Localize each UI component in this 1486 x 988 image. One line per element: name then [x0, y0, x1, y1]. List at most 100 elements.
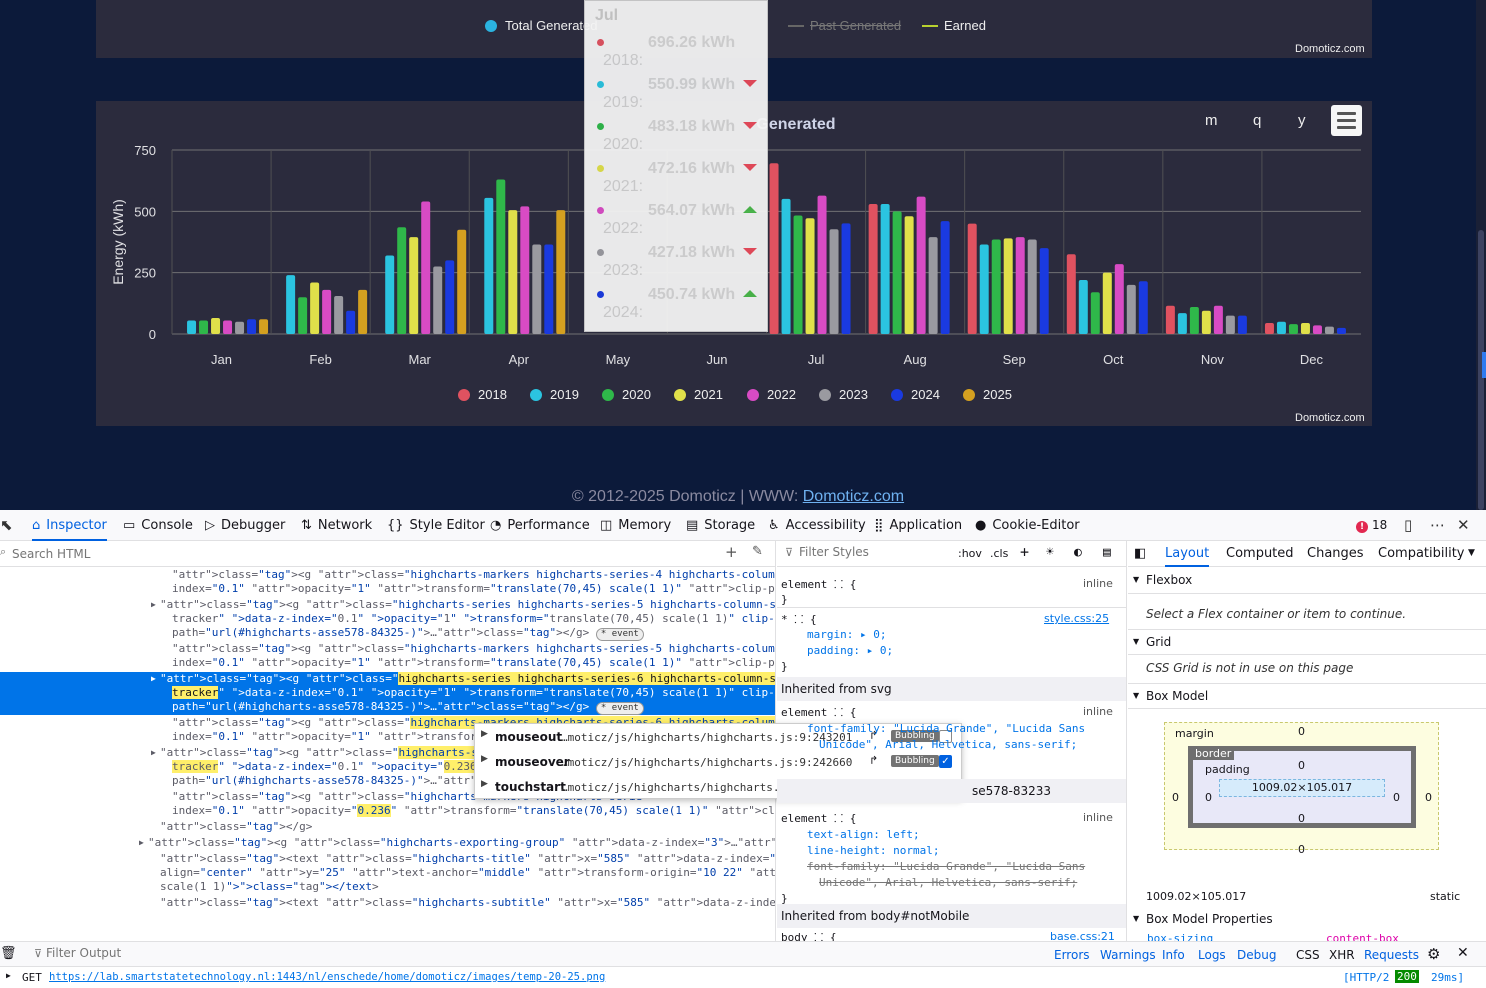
tab-application[interactable]: ⣿ Application: [874, 510, 962, 541]
event-badge[interactable]: * event: [595, 628, 644, 641]
bar-2024-Sep[interactable]: [1039, 248, 1049, 334]
filter-info-button[interactable]: Info: [1162, 948, 1185, 962]
legend-item-2020[interactable]: 2020: [602, 387, 651, 402]
expand-arrow-icon[interactable]: ▶: [151, 746, 156, 760]
box-sizing-value[interactable]: content-box: [1326, 932, 1399, 941]
bar-2020-Mar[interactable]: [397, 227, 407, 334]
bar-2024-Feb[interactable]: [346, 310, 356, 334]
bar-2018-Dec[interactable]: [1264, 322, 1274, 334]
tab-compatibility[interactable]: Compatibility: [1378, 546, 1465, 561]
style-source-link[interactable]: style.css:25: [1044, 612, 1109, 625]
markup-line[interactable]: index="0.1" "attr">opacity="1" "attr">tr…: [0, 582, 775, 596]
dark-mode-icon[interactable]: ◐: [1074, 545, 1082, 560]
bar-2021-Sep[interactable]: [1003, 238, 1013, 334]
filter-logs-button[interactable]: Logs: [1198, 948, 1226, 962]
credits-link[interactable]: Domoticz.com: [1295, 412, 1365, 424]
element-picker-icon[interactable]: ⬉: [0, 516, 13, 534]
bar-2022-Oct[interactable]: [1114, 264, 1124, 334]
bar-2021-Mar[interactable]: [409, 237, 419, 334]
margin-declaration[interactable]: margin: ▸ 0;: [807, 628, 886, 641]
bar-2021-Nov[interactable]: [1201, 310, 1211, 334]
filter-output-input[interactable]: [46, 946, 346, 960]
markup-line[interactable]: index="0.1" "attr">opacity="1" "attr">tr…: [0, 656, 775, 670]
margin-top-value[interactable]: 0: [1298, 725, 1305, 738]
tab-cookie-editor[interactable]: ● Cookie-Editor: [975, 510, 1080, 541]
bar-2022-Nov[interactable]: [1213, 305, 1223, 334]
add-node-icon[interactable]: +: [725, 543, 738, 561]
bar-2022-Feb[interactable]: [322, 289, 332, 334]
overridden-declaration[interactable]: font-family: "Lucida Grande", "Lucida Sa…: [807, 860, 1085, 873]
bar-2023-Dec[interactable]: [1324, 326, 1334, 334]
tab-changes[interactable]: Changes: [1307, 546, 1364, 561]
filter-warnings-button[interactable]: Warnings: [1100, 948, 1156, 962]
hamburger-icon[interactable]: [1331, 105, 1362, 136]
bar-2024-Apr[interactable]: [544, 244, 554, 334]
bar-2021-Apr[interactable]: [508, 210, 518, 334]
bar-2025-Jan[interactable]: [259, 319, 269, 334]
bar-2022-Dec[interactable]: [1312, 325, 1322, 334]
legend-item-2018[interactable]: 2018: [458, 387, 507, 402]
padding-right-value[interactable]: 0: [1393, 791, 1400, 804]
close-icon[interactable]: ✕: [1457, 945, 1469, 961]
tab-storage[interactable]: ▤ Storage: [686, 510, 755, 541]
bar-2020-Jan[interactable]: [199, 320, 209, 334]
responsive-mode-icon[interactable]: ▯: [1404, 516, 1412, 534]
bar-2024-Mar[interactable]: [445, 260, 455, 334]
bar-2024-Oct[interactable]: [1138, 281, 1148, 334]
bar-2020-Sep[interactable]: [991, 239, 1001, 334]
gear-icon[interactable]: ⚙: [1427, 945, 1440, 963]
filter-css-button[interactable]: CSS: [1296, 948, 1320, 962]
legend-item-2019[interactable]: 2019: [530, 387, 579, 402]
tab-console[interactable]: ▭ Console: [123, 510, 193, 541]
filter-errors-button[interactable]: Errors: [1054, 948, 1090, 962]
page-scrollbar[interactable]: [1476, 0, 1486, 510]
box-model-content[interactable]: 1009.02×105.017: [1219, 779, 1385, 797]
bar-2019-Dec[interactable]: [1276, 321, 1286, 334]
bar-2024-Nov[interactable]: [1237, 315, 1247, 334]
bar-2025-Feb[interactable]: [358, 289, 368, 334]
bar-2018-Aug[interactable]: [868, 203, 878, 334]
bar-2018-Jul[interactable]: [769, 163, 779, 334]
line-height-declaration[interactable]: line-height: normal;: [807, 844, 939, 857]
tab-layout[interactable]: Layout: [1165, 546, 1210, 567]
chevron-down-icon[interactable]: ▼: [1468, 548, 1475, 558]
bar-2020-Oct[interactable]: [1090, 292, 1100, 334]
markup-line[interactable]: path="url(#highcharts-asse578-84325-)">……: [0, 700, 775, 715]
text-align-declaration[interactable]: text-align: left;: [807, 828, 920, 841]
bar-2024-Dec[interactable]: [1336, 327, 1346, 334]
expand-arrow-icon[interactable]: ▶: [151, 598, 156, 612]
bar-2024-Jul[interactable]: [841, 223, 851, 334]
expand-arrow-icon[interactable]: ▶: [481, 779, 488, 789]
padding-bottom-value[interactable]: 0: [1298, 812, 1305, 825]
bar-2019-Nov[interactable]: [1177, 313, 1187, 334]
bar-2024-Jan[interactable]: [247, 319, 257, 334]
bar-2023-Jul[interactable]: [829, 229, 839, 334]
bar-2023-Sep[interactable]: [1027, 239, 1037, 334]
trash-icon[interactable]: 🗑: [0, 946, 17, 961]
bar-2022-Sep[interactable]: [1015, 237, 1025, 334]
markup-line[interactable]: ▶ "attr">class="tag"><g "attr">class="hig…: [0, 598, 775, 612]
bar-2025-Apr[interactable]: [556, 210, 566, 334]
legend-total-generated[interactable]: Total Generated: [485, 18, 598, 33]
legend-item-2025[interactable]: 2025: [963, 387, 1012, 402]
bar-2021-Jan[interactable]: [211, 318, 221, 334]
bar-2018-Oct[interactable]: [1066, 254, 1076, 334]
box-model-section[interactable]: ▼ Box Model: [1128, 683, 1486, 709]
bar-2018-Sep[interactable]: [967, 223, 977, 334]
cls-toggle[interactable]: .cls: [990, 547, 1008, 560]
markup-line[interactable]: tracker" ">data-z-index="0.1" ">opacity=…: [0, 612, 775, 626]
search-html-input[interactable]: [12, 545, 702, 563]
bar-2019-Jul[interactable]: [781, 198, 791, 334]
hov-toggle[interactable]: :hov: [958, 547, 982, 560]
bar-2021-Dec[interactable]: [1300, 322, 1310, 334]
bar-2019-Oct[interactable]: [1078, 280, 1088, 334]
padding-declaration[interactable]: padding: ▸ 0;: [807, 644, 893, 657]
bar-2023-Aug[interactable]: [928, 237, 938, 334]
filter-debug-button[interactable]: Debug: [1237, 948, 1276, 962]
markup-line[interactable]: align="center" "attr">y="25" "attr">text…: [0, 866, 775, 880]
bar-2021-Jul[interactable]: [805, 218, 815, 334]
style-source-link[interactable]: base.css:21: [1050, 930, 1115, 941]
bar-2019-Feb[interactable]: [286, 275, 296, 334]
padding-top-value[interactable]: 0: [1298, 759, 1305, 772]
bar-2021-Oct[interactable]: [1102, 272, 1112, 334]
